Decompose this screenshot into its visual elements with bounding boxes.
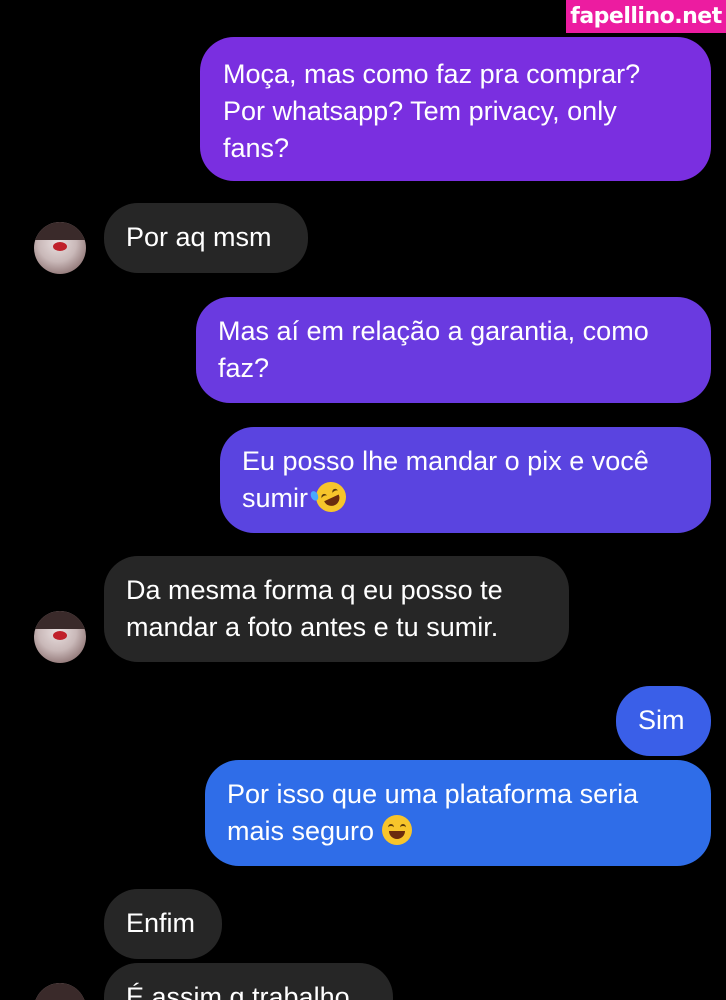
outgoing-message-bubble[interactable]: Eu posso lhe mandar o pix e você sumir	[220, 427, 711, 533]
message-text: Enfim	[126, 908, 196, 938]
grinning-sweat-icon	[381, 815, 412, 845]
message-text: Por isso que uma plataforma seria mais s…	[227, 779, 639, 846]
contact-avatar[interactable]	[34, 983, 86, 1000]
message-text: Mas aí em relação a garantia, como faz?	[218, 316, 649, 383]
message-text: É assim q trabalho	[126, 982, 350, 1000]
incoming-message-bubble[interactable]: Da mesma forma q eu posso te mandar a fo…	[104, 556, 569, 662]
incoming-message-bubble[interactable]: É assim q trabalho	[104, 963, 393, 1000]
incoming-message-bubble[interactable]: Por aq msm	[104, 203, 308, 273]
contact-avatar[interactable]	[34, 222, 86, 274]
rolling-on-floor-laughing-icon	[308, 477, 351, 517]
incoming-message-bubble[interactable]: Enfim	[104, 889, 222, 959]
chat-screen: fapellino.net Moça, mas como faz pra com…	[0, 0, 726, 1000]
outgoing-message-bubble[interactable]: Moça, mas como faz pra comprar? Por what…	[200, 37, 711, 181]
outgoing-message-bubble[interactable]: Mas aí em relação a garantia, como faz?	[196, 297, 711, 403]
message-text: Moça, mas como faz pra comprar? Por what…	[223, 59, 641, 163]
contact-avatar[interactable]	[34, 611, 86, 663]
outgoing-message-bubble[interactable]: Por isso que uma plataforma seria mais s…	[205, 760, 711, 866]
watermark: fapellino.net	[566, 0, 726, 33]
message-text: Sim	[638, 705, 685, 735]
message-text: Eu posso lhe mandar o pix e você sumir	[242, 446, 649, 513]
message-text: Por aq msm	[126, 222, 272, 252]
message-text: Da mesma forma q eu posso te mandar a fo…	[126, 575, 503, 642]
outgoing-message-bubble[interactable]: Sim	[616, 686, 711, 756]
